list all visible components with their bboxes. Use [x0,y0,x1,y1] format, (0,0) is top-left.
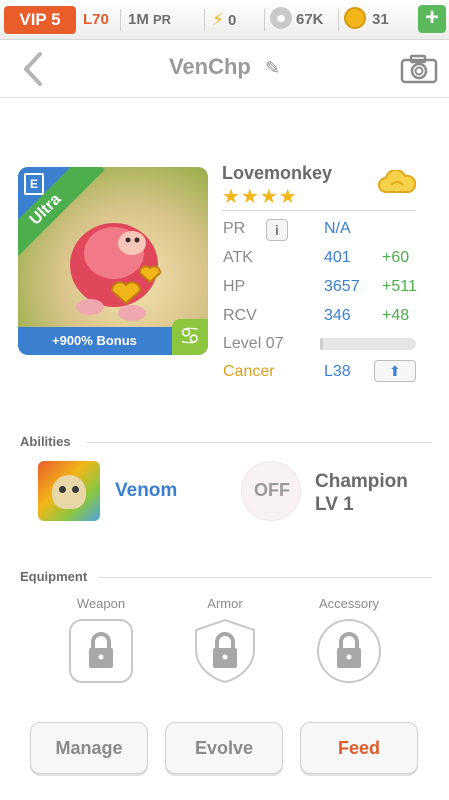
pr-value: 1M [128,11,149,28]
skull-icon [52,475,86,509]
status-bar: VIP 5 L70 1M PR ⚡ 0 67K 31 + [0,0,449,40]
ability-title: Champion [315,471,408,492]
arrow-up-icon: ⬆ [389,363,401,379]
vip-badge[interactable]: VIP 5 [4,6,76,34]
equipment-header: Equipment [20,569,88,584]
info-button[interactable]: i [266,219,288,241]
armor-slot[interactable] [192,618,258,684]
pet-portrait[interactable]: Ultra E +900% Bonus ♋ [18,167,208,355]
pr-unit: PR [153,12,172,27]
abilities-header: Abilities [20,434,71,449]
gold-counter[interactable]: 31 [344,6,389,34]
weapon-slot[interactable] [68,618,134,684]
energy-counter[interactable]: ⚡ 0 [212,6,236,34]
accessory-label: Accessory [319,596,379,611]
stat-label-atk: ATK [223,249,253,266]
stat-bonus-rcv: +48 [382,307,410,324]
venom-ability-icon[interactable] [38,461,100,521]
divider [120,9,121,31]
camera-icon[interactable] [400,54,438,84]
paws-value: 67K [296,11,324,28]
manage-button[interactable]: Manage [30,722,148,774]
divider [98,577,432,578]
stat-bonus-hp: +511 [382,278,417,295]
ability-status: OFF [254,480,290,500]
pet-nickname: VenChp [168,54,251,79]
weapon-label: Weapon [76,596,126,611]
accessory-slot[interactable] [316,618,382,684]
zodiac-upgrade-button[interactable]: ⬆ [374,360,416,382]
ability-level: LV 1 [315,494,354,515]
gold-value: 31 [372,11,389,28]
divider [222,210,416,211]
divider [204,9,205,31]
monster-illustration [70,223,161,321]
stat-value-pr: N/A [324,220,351,237]
ability-name-champion[interactable]: Champion LV 1 [315,470,408,516]
feed-button[interactable]: Feed [300,722,418,774]
page-title: VenChp ✎ [0,54,449,80]
cloud-element-icon [378,170,416,193]
zodiac-level: L38 [324,363,351,380]
pet-name: Lovemonkey [222,163,333,183]
ability-name-venom[interactable]: Venom [115,480,177,502]
paws-counter[interactable]: 67K [270,6,324,34]
stat-label-hp: HP [223,278,246,295]
divider [264,9,265,31]
cancer-zodiac-icon: ♋ [172,319,208,355]
nav-header: VenChp ✎ [0,40,449,98]
stat-label-rcv: RCV [223,307,257,324]
energy-value: 0 [227,12,237,29]
zodiac-label: Cancer [223,363,275,380]
level-label: Level 07 [223,335,284,352]
evolve-button[interactable]: Evolve [165,722,283,774]
player-level: L70 [83,11,109,28]
level-progress-bar [320,338,416,350]
coin-icon [344,7,366,30]
stat-label-pr: PR [223,220,246,237]
champion-ability-icon[interactable]: OFF [241,461,301,521]
divider [86,442,432,443]
lightning-icon: ⚡ [212,10,224,29]
stat-value-hp: 3657 [324,278,360,295]
add-currency-button[interactable]: + [418,5,446,33]
player-pr: 1M PR [128,6,171,34]
stat-value-atk: 401 [324,249,351,266]
element-icon: E [24,173,44,195]
divider [338,9,339,31]
pencil-icon[interactable]: ✎ [265,58,280,79]
armor-label: Armor [207,596,243,611]
stat-value-rcv: 346 [324,307,351,324]
level-progress-fill [320,338,323,350]
paw-icon [270,7,292,30]
stat-bonus-atk: +60 [382,249,410,266]
star-rating: ★★★★ [222,186,298,208]
